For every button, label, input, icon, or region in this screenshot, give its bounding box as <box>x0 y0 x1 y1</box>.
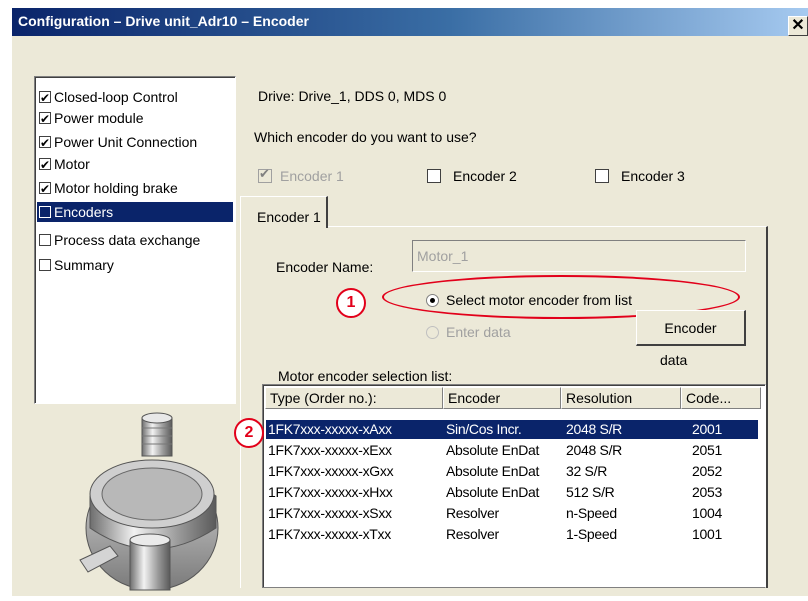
tree-item-power-module[interactable]: Power module <box>37 108 233 129</box>
cell-encoder: Sin/Cos Incr. <box>446 421 522 437</box>
checkbox-icon <box>39 234 51 247</box>
column-header-encoder[interactable]: Encoder <box>443 387 561 409</box>
cell-encoder: Absolute EnDat <box>446 484 540 500</box>
checkbox-icon <box>39 133 51 153</box>
table-row[interactable]: 1FK7xxx-xxxxx-xExx Absolute EnDat 2048 S… <box>266 441 758 460</box>
encoder-2-checkbox[interactable] <box>427 169 441 183</box>
select-from-list-radio[interactable] <box>426 294 439 307</box>
encoder-selection-list[interactable]: Type (Order no.): Encoder Resolution Cod… <box>262 384 766 588</box>
cell-code: 1004 <box>692 505 722 521</box>
callout-2: 2 <box>234 418 264 448</box>
encoder-2-label: Encoder 2 <box>453 168 517 184</box>
tree-item-label: Motor holding brake <box>54 180 178 196</box>
cell-encoder: Resolver <box>446 505 499 521</box>
cell-resolution: 1-Speed <box>566 526 617 542</box>
table-row[interactable]: 1FK7xxx-xxxxx-xAxx Sin/Cos Incr. 2048 S/… <box>265 419 759 440</box>
checkbox-icon <box>39 155 51 175</box>
cell-code: 2051 <box>692 442 722 458</box>
encoder-name-value: Motor_1 <box>417 248 469 264</box>
column-header-resolution[interactable]: Resolution <box>561 387 681 409</box>
tree-item-summary[interactable]: Summary <box>37 255 233 275</box>
tree-item-motor-holding-brake[interactable]: Motor holding brake <box>37 178 233 199</box>
encoder-3-checkbox[interactable] <box>595 169 609 183</box>
tree-item-label: Power Unit Connection <box>54 134 198 150</box>
cell-type: 1FK7xxx-xxxxx-xGxx <box>268 463 394 479</box>
encoder-name-input[interactable]: Motor_1 <box>412 240 746 272</box>
select-from-list-label: Select motor encoder from list <box>446 292 632 308</box>
window-title: Configuration – Drive unit_Adr10 – Encod… <box>18 13 309 29</box>
encoder-data-label-line2: data <box>660 352 688 368</box>
cell-code: 2001 <box>692 421 722 437</box>
cell-type: 1FK7xxx-xxxxx-xAxx <box>268 421 392 437</box>
navigation-tree: Closed-loop Control Power module Power U… <box>34 76 236 404</box>
checkbox-icon <box>39 179 51 199</box>
tab-encoder-1[interactable]: Encoder 1 <box>240 196 328 228</box>
checkbox-icon <box>39 109 51 129</box>
tree-item-label: Power module <box>54 110 144 126</box>
table-row[interactable]: 1FK7xxx-xxxxx-xGxx Absolute EnDat 32 S/R… <box>266 462 758 481</box>
callout-1: 1 <box>336 288 366 318</box>
encoder-data-button[interactable]: Encoder <box>636 310 746 346</box>
cell-type: 1FK7xxx-xxxxx-xHxx <box>268 484 393 500</box>
checkbox-icon <box>39 259 51 272</box>
cell-type: 1FK7xxx-xxxxx-xTxx <box>268 526 391 542</box>
tree-item-encoders[interactable]: Encoders <box>37 202 233 222</box>
cell-code: 1001 <box>692 526 722 542</box>
column-header-type[interactable]: Type (Order no.): <box>265 387 443 409</box>
cell-type: 1FK7xxx-xxxxx-xExx <box>268 442 392 458</box>
tab-label: Encoder 1 <box>257 209 321 225</box>
cell-type: 1FK7xxx-xxxxx-xSxx <box>268 505 392 521</box>
cell-encoder: Absolute EnDat <box>446 442 540 458</box>
drive-info: Drive: Drive_1, DDS 0, MDS 0 <box>258 88 447 104</box>
encoder-illustration <box>70 410 220 596</box>
encoder-3-label: Encoder 3 <box>621 168 685 184</box>
tree-item-label: Encoders <box>54 204 114 220</box>
column-header-code[interactable]: Code... <box>681 387 761 409</box>
encoder-image <box>79 412 219 591</box>
tree-item-closed-loop-control[interactable]: Closed-loop Control <box>37 87 233 108</box>
encoder-name-label: Encoder Name: <box>276 259 374 275</box>
checkbox-icon <box>39 206 51 219</box>
tree-item-label: Motor <box>54 156 90 172</box>
cell-resolution: 2048 S/R <box>566 442 622 458</box>
cell-encoder: Resolver <box>446 526 499 542</box>
tree-item-power-unit-connection[interactable]: Power Unit Connection <box>37 132 233 153</box>
cell-code: 2052 <box>692 463 722 479</box>
table-row[interactable]: 1FK7xxx-xxxxx-xHxx Absolute EnDat 512 S/… <box>266 483 758 502</box>
tree-item-process-data-exchange[interactable]: Process data exchange <box>37 230 233 250</box>
enter-data-radio[interactable] <box>426 326 439 339</box>
cell-resolution: n-Speed <box>566 505 617 521</box>
encoder-question: Which encoder do you want to use? <box>254 129 477 145</box>
table-row[interactable]: 1FK7xxx-xxxxx-xSxx Resolver n-Speed 1004 <box>266 504 758 523</box>
tree-item-label: Summary <box>54 257 114 273</box>
checkbox-icon <box>39 88 51 108</box>
enter-data-label: Enter data <box>446 324 511 340</box>
close-icon: ✕ <box>791 17 805 34</box>
close-button[interactable]: ✕ <box>788 16 808 36</box>
selection-list-title: Motor encoder selection list: <box>278 368 453 384</box>
cell-resolution: 2048 S/R <box>566 421 622 437</box>
tree-item-label: Closed-loop Control <box>54 89 178 105</box>
cell-code: 2053 <box>692 484 722 500</box>
tree-item-motor[interactable]: Motor <box>37 154 233 175</box>
encoder-1-checkbox[interactable] <box>258 166 272 183</box>
title-bar: Configuration – Drive unit_Adr10 – Encod… <box>12 8 808 36</box>
tree-item-label: Process data exchange <box>54 232 201 248</box>
cell-resolution: 32 S/R <box>566 463 607 479</box>
cell-resolution: 512 S/R <box>566 484 615 500</box>
cell-encoder: Absolute EnDat <box>446 463 540 479</box>
encoder-data-label-line1: Encoder <box>664 320 717 336</box>
encoder-1-label: Encoder 1 <box>280 168 344 184</box>
table-row[interactable]: 1FK7xxx-xxxxx-xTxx Resolver 1-Speed 1001 <box>266 525 758 544</box>
